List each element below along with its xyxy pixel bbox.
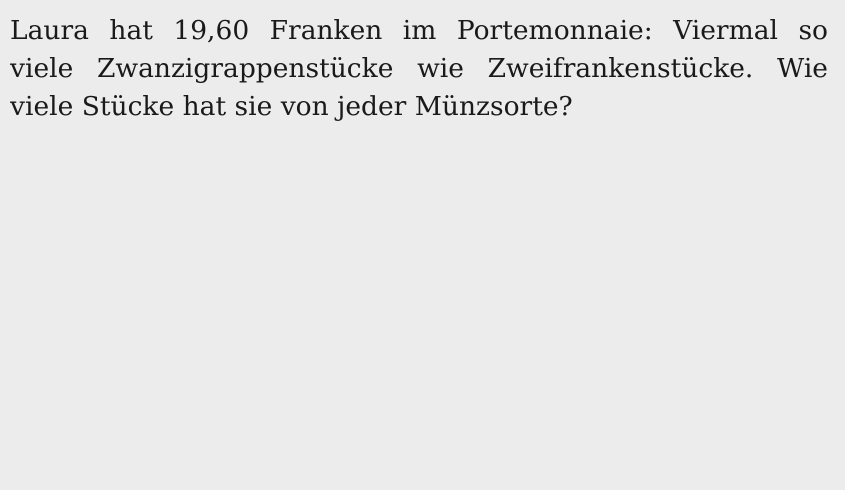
problem-line-1: Laura hat 19,60 Franken im Portemonnaie:…: [10, 15, 828, 46]
problem-statement: Laura hat 19,60 Franken im Portemonnaie:…: [10, 12, 828, 126]
document-page: Laura hat 19,60 Franken im Portemonnaie:…: [0, 0, 845, 490]
problem-line-2: viele Zwanzigrappenstücke wie Zweifranke…: [10, 53, 828, 84]
problem-line-3: viele Stücke hat sie von jeder Münzsorte…: [10, 91, 573, 122]
